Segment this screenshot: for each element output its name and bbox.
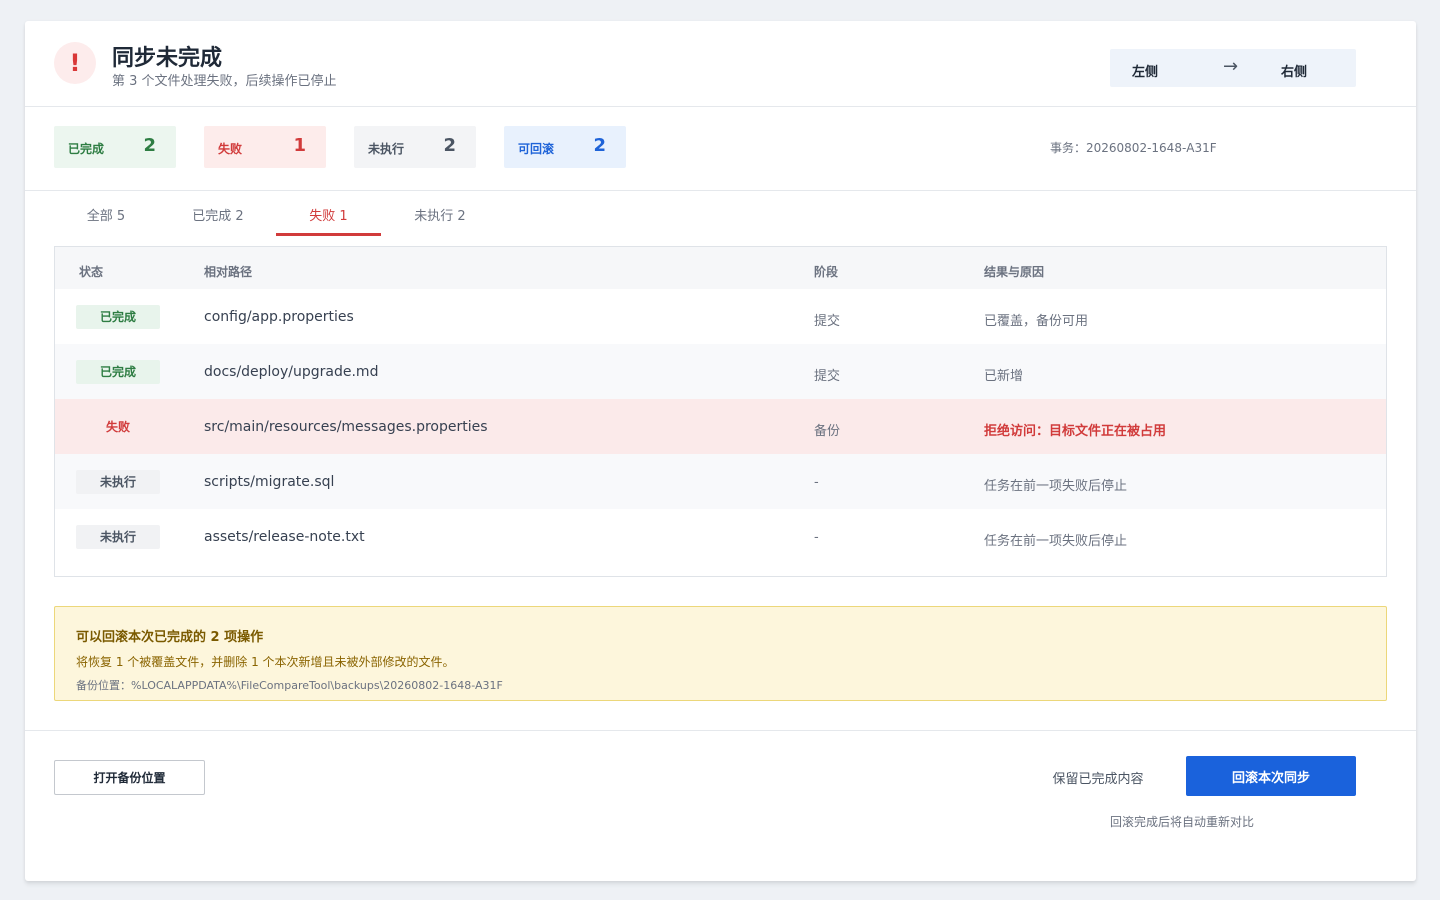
stat-pending-label: 未执行 [368, 142, 405, 156]
tab-all[interactable]: 全部 5 [54, 191, 158, 236]
row-path: config/app.properties [204, 309, 354, 325]
table-row[interactable]: 失败 src/main/resources/messages.propertie… [55, 399, 1386, 454]
tab-pending[interactable]: 未执行 2 [387, 191, 493, 236]
footer-divider [25, 730, 1416, 731]
rollback-button[interactable]: 回滚本次同步 [1186, 756, 1356, 796]
row-path: scripts/migrate.sql [204, 474, 335, 490]
notice-title: 可以回滚本次已完成的 2 项操作 [76, 630, 264, 645]
sync-result-dialog: ! 同步未完成 第 3 个文件处理失败，后续操作已停止 左侧 → 右侧 已完成 … [25, 21, 1416, 881]
status-badge: 未执行 [76, 525, 160, 549]
rollback-hint: 回滚完成后将自动重新对比 [1110, 815, 1255, 829]
col-result: 结果与原因 [984, 265, 1045, 279]
stat-pending-count: 2 [443, 135, 456, 156]
stat-pending: 未执行 2 [354, 126, 476, 168]
row-result: 拒绝访问：目标文件正在被占用 [984, 424, 1167, 439]
stat-rollbackable: 可回滚 2 [504, 126, 626, 168]
table-row[interactable]: 已完成 docs/deploy/upgrade.md 提交 已新增 [55, 344, 1386, 399]
table-row[interactable]: 未执行 assets/release-note.txt - 任务在前一项失败后停… [55, 509, 1386, 564]
transaction-id: 事务：20260802-1648-A31F [1050, 141, 1217, 155]
rollback-notice: 可以回滚本次已完成的 2 项操作 将恢复 1 个被覆盖文件，并删除 1 个本次新… [54, 606, 1387, 701]
row-result: 已新增 [984, 369, 1024, 384]
stat-done-count: 2 [143, 135, 156, 156]
stat-failed-label: 失败 [218, 142, 243, 156]
tab-failed[interactable]: 失败 1 [276, 191, 381, 236]
row-result: 已覆盖，备份可用 [984, 314, 1089, 329]
col-status: 状态 [79, 265, 104, 279]
col-path: 相对路径 [204, 265, 253, 279]
filter-tabs: 全部 5 已完成 2 失败 1 未执行 2 [54, 191, 1387, 236]
stat-done-label: 已完成 [68, 142, 105, 156]
dialog-header: ! 同步未完成 第 3 个文件处理失败，后续操作已停止 左侧 → 右侧 [25, 21, 1416, 107]
tab-done[interactable]: 已完成 2 [166, 191, 270, 236]
backup-path: 备份位置：%LOCALAPPDATA%\FileCompareTool\back… [76, 679, 503, 692]
open-backup-button[interactable]: 打开备份位置 [54, 760, 205, 795]
row-path: src/main/resources/messages.properties [204, 419, 488, 435]
dialog-subtitle: 第 3 个文件处理失败，后续操作已停止 [112, 74, 337, 89]
sync-direction: 左侧 → 右侧 [1110, 49, 1356, 87]
row-result: 任务在前一项失败后停止 [984, 534, 1128, 549]
status-badge: 已完成 [76, 305, 160, 329]
stat-done: 已完成 2 [54, 126, 176, 168]
table-row[interactable]: 未执行 scripts/migrate.sql - 任务在前一项失败后停止 [55, 454, 1386, 509]
status-badge: 未执行 [76, 470, 160, 494]
stat-rollbackable-label: 可回滚 [518, 142, 555, 156]
row-result: 任务在前一项失败后停止 [984, 479, 1128, 494]
status-badge: 已完成 [76, 360, 160, 384]
table-row[interactable]: 已完成 config/app.properties 提交 已覆盖，备份可用 [55, 289, 1386, 344]
table-header: 状态 相对路径 阶段 结果与原因 [55, 247, 1386, 289]
stat-failed-count: 1 [293, 135, 306, 156]
dialog-title: 同步未完成 [112, 46, 223, 71]
row-path: docs/deploy/upgrade.md [204, 364, 379, 380]
direction-right-label: 右侧 [1281, 65, 1308, 80]
row-path: assets/release-note.txt [204, 529, 365, 545]
alert-icon: ! [54, 42, 96, 84]
row-stage: 提交 [814, 369, 841, 384]
col-stage: 阶段 [814, 265, 839, 279]
right-arrow-icon: → [1223, 56, 1239, 77]
direction-left-label: 左侧 [1132, 65, 1159, 80]
status-badge: 失败 [105, 420, 130, 434]
stat-failed: 失败 1 [204, 126, 326, 168]
row-stage: - [814, 530, 819, 545]
notice-description: 将恢复 1 个被覆盖文件，并删除 1 个本次新增且未被外部修改的文件。 [76, 655, 455, 669]
stat-rollbackable-count: 2 [593, 135, 606, 156]
keep-done-button[interactable]: 保留已完成内容 [1040, 765, 1156, 789]
row-stage: - [814, 475, 819, 490]
summary-bar: 已完成 2 失败 1 未执行 2 可回滚 2 事务：20260802-1648-… [25, 107, 1416, 191]
row-stage: 备份 [814, 424, 841, 439]
row-stage: 提交 [814, 314, 841, 329]
results-table: 状态 相对路径 阶段 结果与原因 已完成 config/app.properti… [54, 246, 1387, 577]
